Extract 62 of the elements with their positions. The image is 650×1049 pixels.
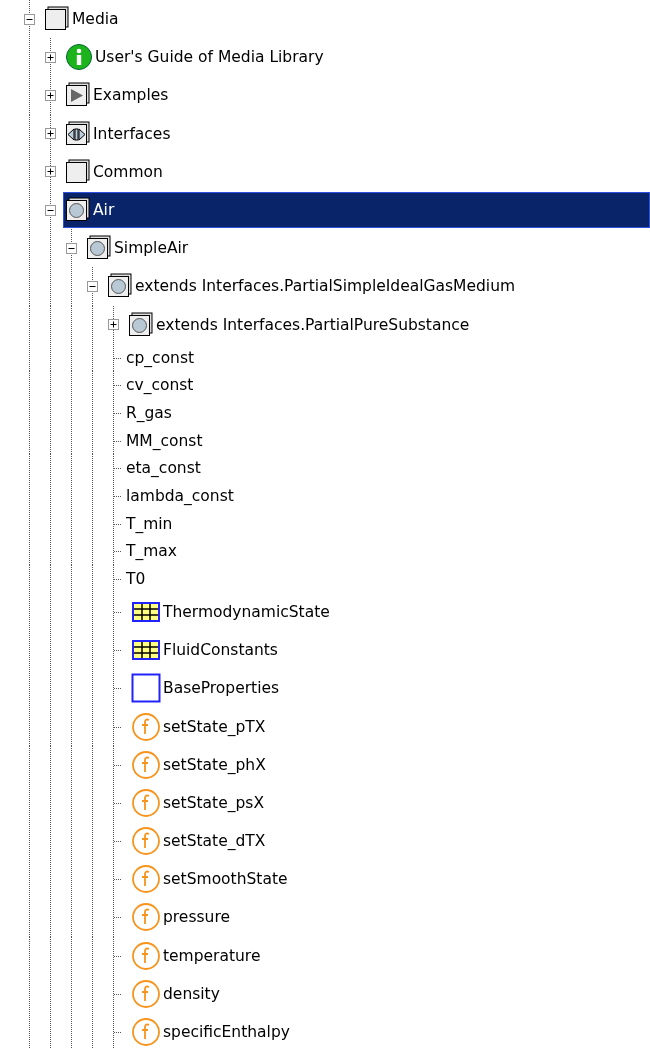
tree-item[interactable]: setState_pTX (129, 708, 650, 745)
function-icon (131, 978, 161, 1009)
tree-item[interactable]: Media (42, 1, 650, 38)
plus-icon (46, 167, 55, 177)
tree-item[interactable]: T_max (124, 538, 650, 565)
expand-toggle[interactable] (45, 204, 56, 216)
tree-item[interactable]: MM_const (124, 427, 650, 454)
function-icon (131, 864, 161, 895)
tree-item[interactable]: SimpleAir (84, 230, 650, 267)
tree-item[interactable]: setState_dTX (129, 823, 650, 860)
function-icon (131, 902, 161, 933)
connector-icon (65, 120, 91, 147)
plus-icon (109, 320, 118, 330)
tree-item[interactable]: Common (63, 153, 650, 190)
play-icon (65, 82, 91, 109)
expand-toggle[interactable] (45, 89, 56, 101)
tree-item[interactable]: Examples (63, 77, 650, 114)
selected-tree-item[interactable]: Air (63, 191, 650, 229)
tree-item[interactable]: Interfaces (63, 115, 650, 152)
medium-icon (65, 197, 91, 224)
tree-item[interactable]: R_gas (124, 400, 650, 426)
tree-item[interactable]: BaseProperties (129, 670, 650, 707)
tree-item[interactable]: setSmoothState (129, 861, 650, 898)
expand-toggle[interactable] (24, 13, 35, 25)
plus-icon (46, 90, 55, 100)
tree-item[interactable]: setState_psX (129, 784, 650, 821)
package-icon (65, 158, 91, 185)
function-icon (131, 940, 161, 971)
tree-item[interactable]: setState_phX (129, 746, 650, 783)
function-icon (131, 826, 161, 857)
tree-item[interactable]: T_min (124, 510, 650, 537)
expand-toggle[interactable] (45, 51, 56, 63)
plus-icon (46, 129, 55, 139)
expand-toggle[interactable] (45, 166, 56, 178)
expand-toggle[interactable] (66, 242, 77, 254)
function-icon (131, 711, 161, 742)
tree-item[interactable]: specificEnthalpy (129, 1013, 650, 1049)
tree-item[interactable]: temperature (129, 937, 650, 974)
medium-icon (107, 273, 133, 300)
tree-item[interactable]: eta_const (124, 455, 650, 482)
tree-item[interactable]: lambda_const (124, 483, 650, 509)
expand-toggle[interactable] (108, 319, 119, 331)
tree-item[interactable]: User's Guide of Media Library (63, 39, 650, 76)
tree-item[interactable]: extends Interfaces.PartialSimpleIdealGasMedium (105, 268, 650, 305)
tree-item[interactable]: ThermodynamicState (129, 593, 650, 631)
tree-item[interactable]: FluidConstants (129, 632, 650, 669)
tree-item[interactable]: cp_const (124, 344, 650, 371)
tree-item[interactable]: density (129, 975, 650, 1012)
package-icon (44, 6, 70, 33)
tree-item[interactable]: cv_const (124, 372, 650, 399)
medium-icon (128, 311, 154, 338)
expand-toggle[interactable] (45, 128, 56, 140)
info-icon (65, 43, 93, 72)
tree-item[interactable]: extends Interfaces.PartialPureSubstance (126, 306, 650, 343)
function-icon (131, 787, 161, 818)
plus-icon (46, 52, 55, 62)
tree-item[interactable]: T0 (124, 566, 650, 592)
function-icon (131, 749, 161, 780)
square-icon (131, 673, 161, 704)
medium-icon (86, 235, 112, 262)
tree-item[interactable]: pressure (129, 899, 650, 936)
expand-toggle[interactable] (87, 280, 98, 292)
